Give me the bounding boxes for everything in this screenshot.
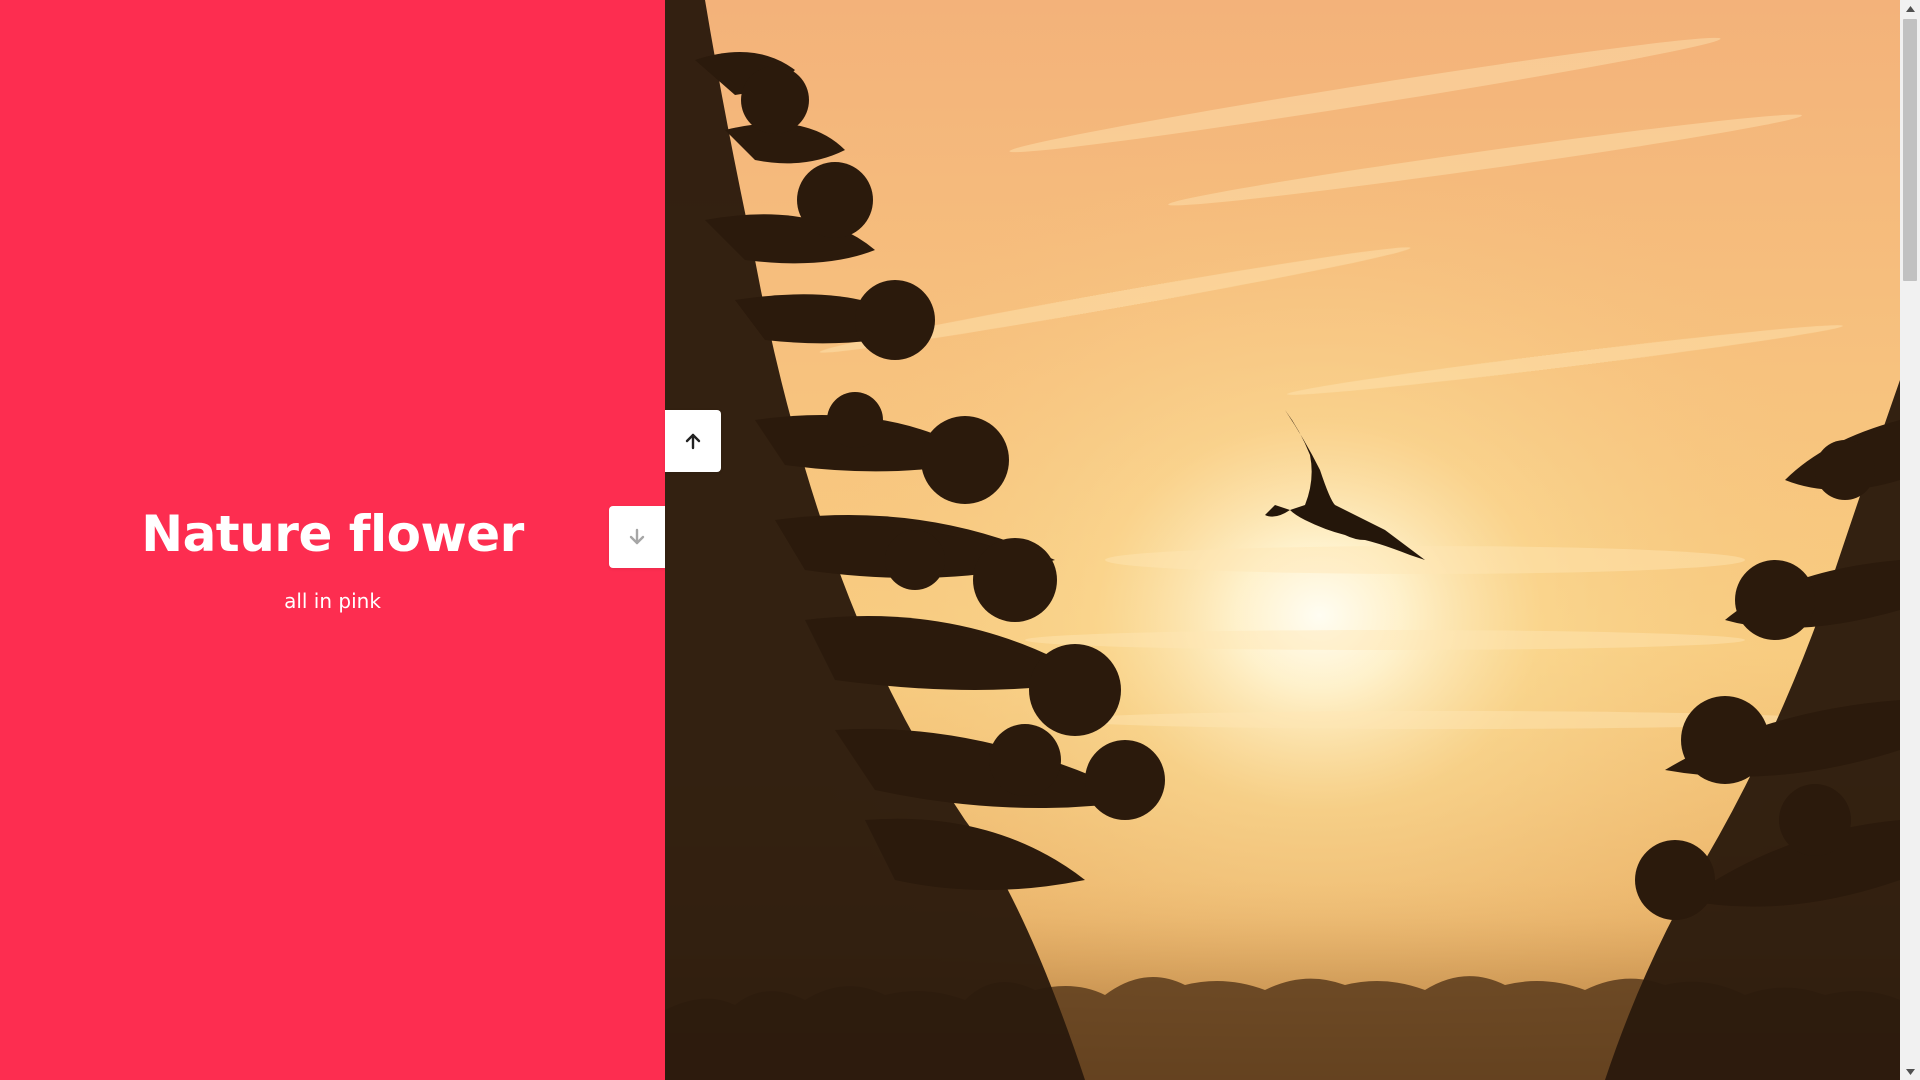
slide-subtitle: all in pink xyxy=(284,589,381,613)
content-panel: Nature flower all in pink xyxy=(0,0,665,1080)
caret-down-icon xyxy=(1905,1068,1915,1075)
arrow-up-icon xyxy=(685,433,701,450)
scrollbar-thumb[interactable] xyxy=(1903,19,1917,281)
slide-title: Nature flower xyxy=(141,505,524,563)
arrow-down-icon xyxy=(629,528,645,545)
previous-slide-button[interactable] xyxy=(609,506,665,568)
image-panel xyxy=(665,0,1900,1080)
scroll-down-arrow[interactable] xyxy=(1900,1063,1920,1080)
next-slide-button[interactable] xyxy=(665,410,721,472)
split-slider: Nature flower all in pink xyxy=(0,0,1920,1080)
caret-up-icon xyxy=(1905,5,1915,12)
scroll-up-arrow[interactable] xyxy=(1900,0,1920,17)
sunset-bird-image xyxy=(665,0,1900,1080)
vertical-scrollbar[interactable] xyxy=(1900,0,1920,1080)
